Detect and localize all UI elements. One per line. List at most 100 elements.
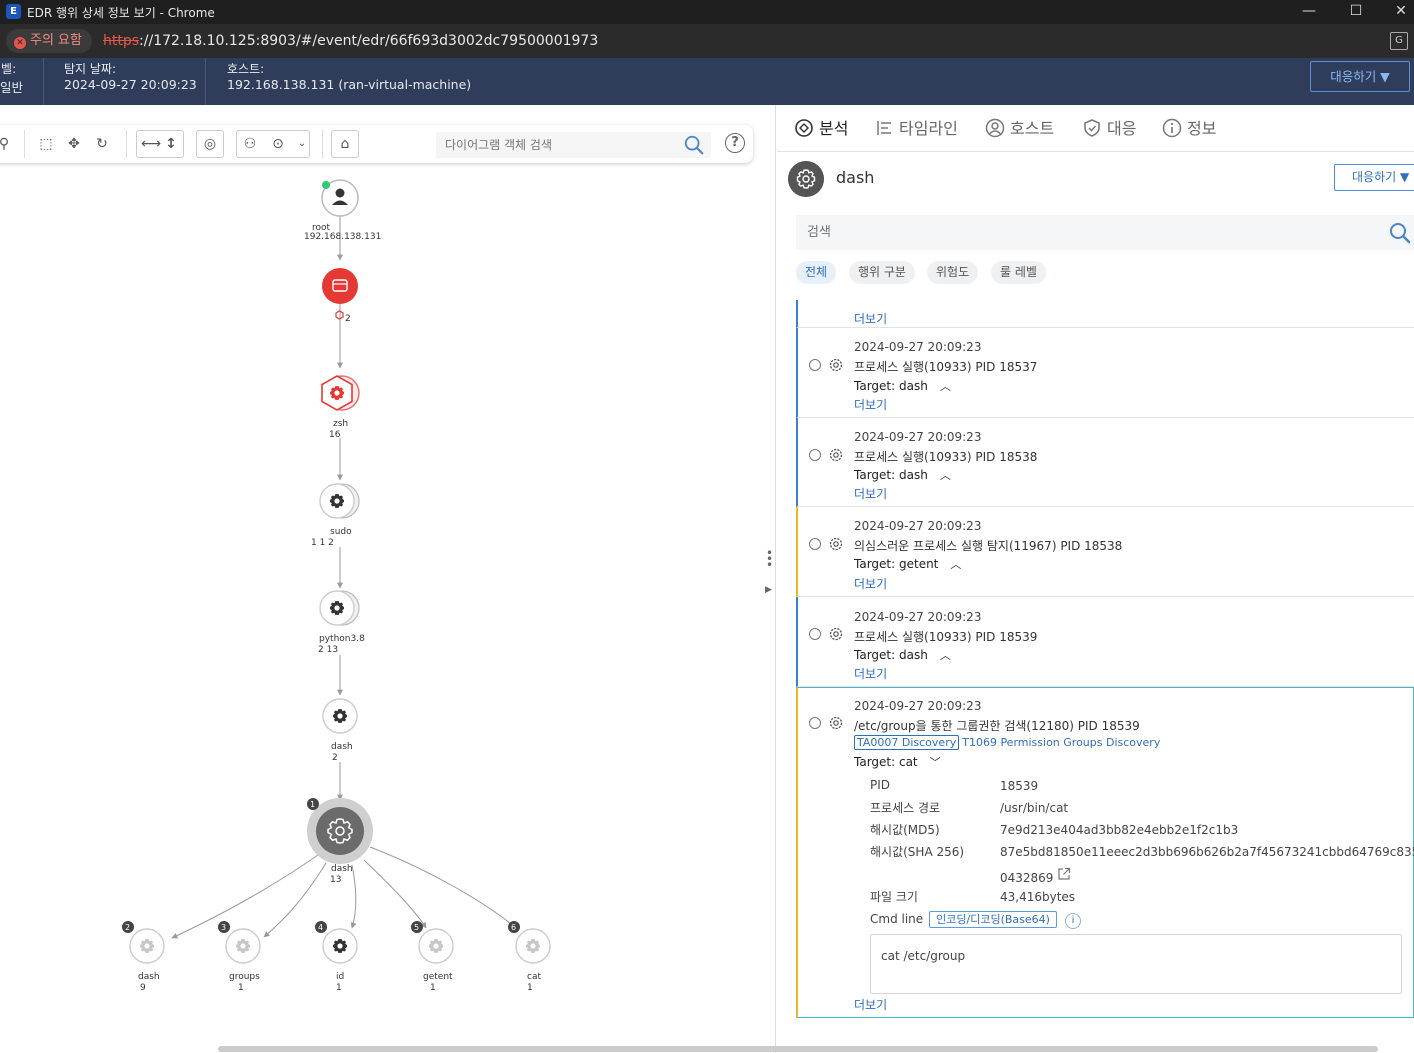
event-item[interactable]: 2024-09-27 20:09:23 프로세스 실행(10933) PID 1… [796,597,1414,687]
node-sudo[interactable]: sudo 1 1 2 [311,483,360,548]
tab-timeline[interactable]: 타임라인 [874,117,958,141]
node-child-id[interactable]: 4 id 1 [315,921,358,993]
more-link[interactable]: 더보기 [854,310,887,327]
chevron-down-icon[interactable]: ⌄ [292,134,312,154]
event-search-input[interactable] [796,215,1366,250]
event-desc: 의심스러운 프로세스 실행 탐지(11967) PID 18538 [854,539,1123,553]
fit-icon[interactable]: ⬚ [36,134,56,154]
select-radio[interactable] [809,359,821,371]
node-child-cat[interactable]: 6 cat 1 [508,921,551,993]
respond-button-top[interactable]: 대응하기 ▼ [1310,61,1410,92]
svg-text:getent: getent [423,972,453,982]
event-item-selected[interactable]: 2024-09-27 20:09:23 /etc/group을 통한 그룹권한 … [796,687,1414,1018]
tactic-tag[interactable]: TA0007 Discovery [854,735,960,750]
process-header: dash 대응하기 ▼ [777,152,1414,212]
panel-resize-handle[interactable]: • • • [766,547,773,571]
select-radio[interactable] [809,717,821,729]
tab-response[interactable]: 대응 [1082,117,1136,141]
node-root[interactable]: root 192.168.138.131 [304,179,381,242]
node-child-getent[interactable]: 5 getent 1 [411,921,454,993]
date-label: 탐지 날짜: [64,62,117,76]
select-radio[interactable] [809,628,821,640]
minimize-button[interactable]: — [1286,0,1332,24]
node-zsh[interactable]: zsh 16 [321,375,360,440]
overlap-icon[interactable]: ◎ [200,134,220,154]
event-target[interactable]: Target: getent ︿ [854,556,961,572]
translate-icon[interactable]: G [1390,32,1408,50]
security-warning-chip[interactable]: ✕ 주의 요함 [6,29,92,53]
diagram-search-input[interactable] [436,132,676,158]
event-target[interactable]: Target: dash ︿ [854,378,951,394]
event-item[interactable]: 2024-09-27 20:09:23 프로세스 실행(10933) PID 1… [796,418,1414,507]
filter-behavior[interactable]: 행위 구분 [849,261,915,284]
node-child-groups[interactable]: 3 groups 1 [218,921,261,993]
move-icon[interactable]: ✥ [64,134,84,154]
svg-text:3: 3 [221,923,226,932]
select-radio[interactable] [809,449,821,461]
technique-link[interactable]: T1069 Permission Groups Discovery [962,736,1160,749]
svg-text:dash: dash [138,972,160,982]
host-label: 호스트: [227,62,265,76]
filter-rule-level[interactable]: 룰 레벨 [991,261,1046,284]
event-target[interactable]: Target: dash ︿ [854,467,951,483]
app-icon: E [6,4,21,19]
warning-icon: ✕ [14,37,26,49]
gear-icon [829,537,843,551]
respond-button[interactable]: 대응하기 ▼ [1334,164,1414,191]
search-icon[interactable] [1388,221,1412,245]
process-node-icon[interactable]: ⊙ [268,134,288,154]
tab-info[interactable]: 정보 [1162,117,1216,141]
url-field[interactable]: https://172.18.10.125:8903/#/event/edr/6… [103,33,598,49]
more-link[interactable]: 더보기 [854,575,887,592]
export-icon[interactable]: ⌂ [335,134,355,154]
node-dash-selected[interactable]: 1 dash 13 [307,798,373,885]
help-icon[interactable]: ? [725,133,745,153]
collapse-arrow-icon[interactable]: ▶ [765,585,772,595]
vertical-layout-icon[interactable]: ↕ [161,134,181,154]
info-icon[interactable]: i [1064,913,1081,929]
filter-risk[interactable]: 위험도 [927,261,979,284]
tab-analysis[interactable]: 분석 [794,117,848,141]
detail-cmd-row: Cmd line 인코딩/디코딩(Base64) i [870,911,1081,929]
select-radio[interactable] [809,538,821,550]
svg-text:1: 1 [527,983,533,993]
host-column: 호스트: 192.168.138.131 (ran-virtual-machin… [227,58,527,105]
node-python[interactable]: python3.8 2 13 [318,590,365,655]
event-target[interactable]: Target: cat ﹀ [854,754,941,770]
host-icon [985,118,1005,138]
encode-decode-button[interactable]: 인코딩/디코딩(Base64) [929,911,1057,928]
zoom-icon[interactable]: ⚲ [0,134,14,154]
date-value: 2024-09-27 20:09:23 [64,77,197,92]
node-child-dash[interactable]: 2 dash 9 [122,921,165,993]
more-link[interactable]: 더보기 [854,996,887,1013]
gear-icon [829,716,843,730]
close-button[interactable]: ✕ [1378,0,1414,24]
node-dash-1[interactable]: dash 2 [322,698,358,763]
detail-sha-label: 해시값(SHA 256) [870,845,965,859]
event-date: 2024-09-27 20:09:23 [854,519,982,533]
horizontal-scrollbar[interactable] [218,1046,1378,1052]
maximize-button[interactable]: ☐ [1333,0,1379,24]
horizontal-layout-icon[interactable]: ⟷ [141,134,161,154]
filter-all[interactable]: 전체 [796,261,837,284]
external-link-icon[interactable] [1057,867,1071,881]
more-link[interactable]: 더보기 [854,665,887,682]
shield-icon [1084,119,1100,137]
info-icon [1162,118,1182,138]
event-item[interactable]: 2024-09-27 20:09:23 프로세스 실행(10933) PID 1… [796,328,1414,418]
event-header: 레벨: 일반 탐지 날짜: 2024-09-27 20:09:23 호스트: 1… [0,58,1414,105]
detail-path-label: 프로세스 경로 [870,801,941,815]
event-target[interactable]: Target: dash ︿ [854,647,951,663]
more-link[interactable]: 더보기 [854,485,887,502]
detail-pid-label: PID [870,778,891,792]
search-icon[interactable] [683,134,705,156]
user-node-icon[interactable]: ⚇ [240,134,260,154]
event-search [796,215,1414,250]
tab-host-label: 호스트 [1010,119,1055,138]
tab-info-label: 정보 [1187,119,1217,138]
event-item-warning[interactable]: 2024-09-27 20:09:23 의심스러운 프로세스 실행 탐지(119… [796,507,1414,597]
refresh-icon[interactable]: ↻ [92,134,112,154]
tab-host[interactable]: 호스트 [985,117,1054,141]
event-item-cut[interactable]: 더보기 [796,300,1414,328]
more-link[interactable]: 더보기 [854,396,887,413]
